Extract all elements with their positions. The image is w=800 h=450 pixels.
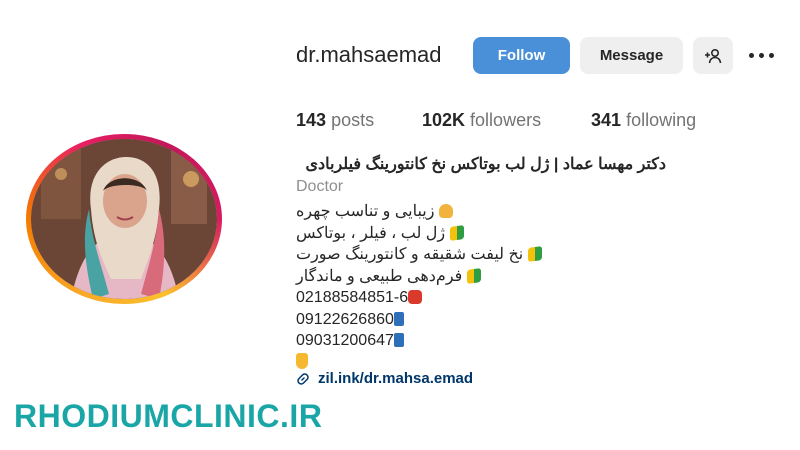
avatar — [31, 139, 217, 299]
more-options-icon[interactable] — [746, 44, 776, 66]
follow-button[interactable]: Follow — [473, 37, 570, 74]
followers-label: followers — [470, 110, 542, 130]
followers-value: 102K — [422, 110, 466, 130]
followers-count[interactable]: 102K followers — [422, 110, 541, 131]
message-button[interactable]: Message — [580, 37, 683, 74]
bio-line: ژل لب ، فیلر ، بوتاکس — [296, 223, 542, 245]
bio: زیبایی و تناسب چهره ژل لب ، فیلر ، بوتاک… — [296, 201, 542, 373]
bio-link-text: zil.ink/dr.mahsa.emad — [318, 370, 474, 387]
add-user-icon — [705, 48, 722, 63]
profile-avatar-ring[interactable] — [26, 134, 222, 304]
bio-line: 09122626860 — [296, 309, 542, 331]
link-icon — [297, 372, 309, 385]
bio-line: نخ لیفت شقیقه و کانتورینگ صورت — [296, 244, 542, 266]
bio-line-text: نخ لیفت شقیقه و کانتورینگ صورت — [296, 246, 524, 263]
pointing-down-icon — [296, 352, 308, 369]
mobile-phone-icon — [393, 333, 404, 347]
suggested-users-button[interactable] — [693, 37, 733, 74]
bio-line: 09031200647 — [296, 330, 542, 352]
person-icon — [438, 204, 453, 218]
bio-line: زیبایی و تناسب چهره — [296, 201, 542, 223]
full-name: دکتر مهسا عماد | ژل لب بوتاکس نخ کانتوری… — [305, 156, 667, 173]
bio-phone-text: 02188584851-6 — [296, 289, 409, 306]
following-label: following — [626, 110, 697, 130]
bio-phone-text: 09122626860 — [296, 310, 394, 328]
mobile-phone-icon — [393, 311, 404, 326]
posts-count[interactable]: 143 posts — [296, 110, 374, 131]
bio-phone-text: 09031200647 — [296, 332, 394, 349]
posts-label: posts — [331, 110, 375, 130]
beginner-badge-icon — [527, 246, 542, 262]
bio-line-text: فرم‌دهی طبیعی و ماندگار — [296, 267, 463, 285]
avatar-photo — [31, 139, 217, 299]
bio-link[interactable]: zil.ink/dr.mahsa.emad — [296, 370, 473, 387]
bio-line: 02188584851-6 — [296, 287, 542, 309]
beginner-badge-icon — [449, 224, 464, 241]
watermark: RHODIUMCLINIC.IR — [14, 398, 323, 434]
following-value: 341 — [591, 110, 622, 130]
following-count[interactable]: 341 following — [591, 110, 696, 131]
bio-line-text: ژل لب ، فیلر ، بوتاکس — [296, 224, 446, 242]
telephone-icon — [408, 290, 423, 304]
posts-value: 143 — [296, 110, 327, 130]
beginner-badge-icon — [466, 267, 481, 284]
bio-line-text: زیبایی و تناسب چهره — [296, 203, 435, 220]
username: dr.mahsaemad — [296, 42, 442, 67]
bio-line: فرم‌دهی طبیعی و ماندگار — [296, 266, 542, 288]
category-label: Doctor — [296, 178, 344, 195]
